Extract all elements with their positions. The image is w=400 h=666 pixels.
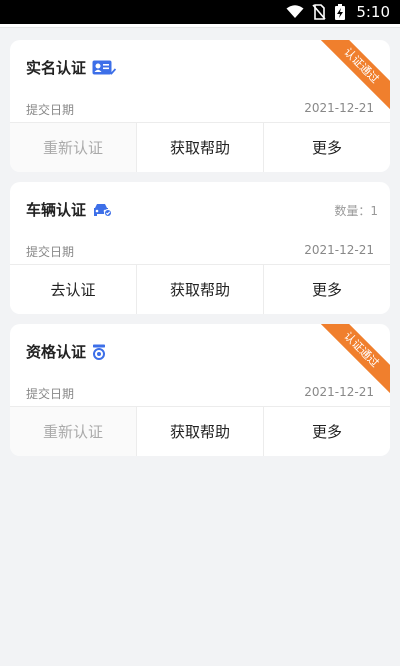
battery-charging-icon — [334, 3, 346, 21]
car-icon — [92, 202, 113, 218]
ribbon-container: 认证通过 — [320, 324, 390, 394]
badge-icon — [92, 344, 106, 360]
recertify-button[interactable]: 重新认证 — [10, 123, 136, 172]
status-bar: 5:10 — [0, 0, 400, 24]
id-card-icon — [92, 60, 117, 76]
status-time: 5:10 — [356, 3, 390, 21]
date-label: 提交日期 — [26, 245, 75, 259]
date-row: 提交日期 2021-12-21 — [26, 243, 374, 260]
certification-list: 认证通过 实名认证 提交日期 2021-12-21 重新认证 获取帮助 更多 车… — [0, 28, 400, 456]
card-actions: 重新认证 获取帮助 更多 — [10, 122, 390, 172]
recertify-button[interactable]: 重新认证 — [10, 407, 136, 456]
card-title: 实名认证 — [26, 59, 87, 77]
card-qualification-cert: 认证通过 资格认证 提交日期 2021-12-21 重新认证 获取帮助 更多 — [10, 324, 390, 456]
card-vehicle-cert: 车辆认证 数量：1 提交日期 2021-12-21 去认证 获取帮助 更多 — [10, 182, 390, 314]
vehicle-count: 数量：1 — [334, 204, 378, 218]
go-certify-button[interactable]: 去认证 — [10, 265, 136, 314]
card-header: 资格认证 — [26, 341, 106, 362]
more-button[interactable]: 更多 — [263, 123, 390, 172]
submit-date: 2021-12-21 — [304, 243, 374, 257]
date-row: 提交日期 2021-12-21 — [26, 101, 374, 118]
approved-ribbon: 认证通过 — [320, 324, 390, 394]
date-label: 提交日期 — [26, 103, 75, 117]
wifi-icon — [286, 5, 304, 19]
card-header: 实名认证 — [26, 57, 117, 78]
ribbon-container: 认证通过 — [320, 40, 390, 110]
more-button[interactable]: 更多 — [263, 265, 390, 314]
get-help-button[interactable]: 获取帮助 — [136, 407, 263, 456]
get-help-button[interactable]: 获取帮助 — [136, 265, 263, 314]
date-label: 提交日期 — [26, 387, 75, 401]
no-sim-icon — [312, 4, 326, 20]
card-title: 车辆认证 — [26, 201, 87, 219]
submit-date: 2021-12-21 — [304, 101, 374, 115]
card-actions: 重新认证 获取帮助 更多 — [10, 406, 390, 456]
card-header: 车辆认证 — [26, 199, 113, 220]
card-real-name-cert: 认证通过 实名认证 提交日期 2021-12-21 重新认证 获取帮助 更多 — [10, 40, 390, 172]
more-button[interactable]: 更多 — [263, 407, 390, 456]
submit-date: 2021-12-21 — [304, 385, 374, 399]
card-title: 资格认证 — [26, 343, 87, 361]
approved-ribbon: 认证通过 — [320, 40, 390, 110]
date-row: 提交日期 2021-12-21 — [26, 385, 374, 402]
get-help-button[interactable]: 获取帮助 — [136, 123, 263, 172]
card-actions: 去认证 获取帮助 更多 — [10, 264, 390, 314]
